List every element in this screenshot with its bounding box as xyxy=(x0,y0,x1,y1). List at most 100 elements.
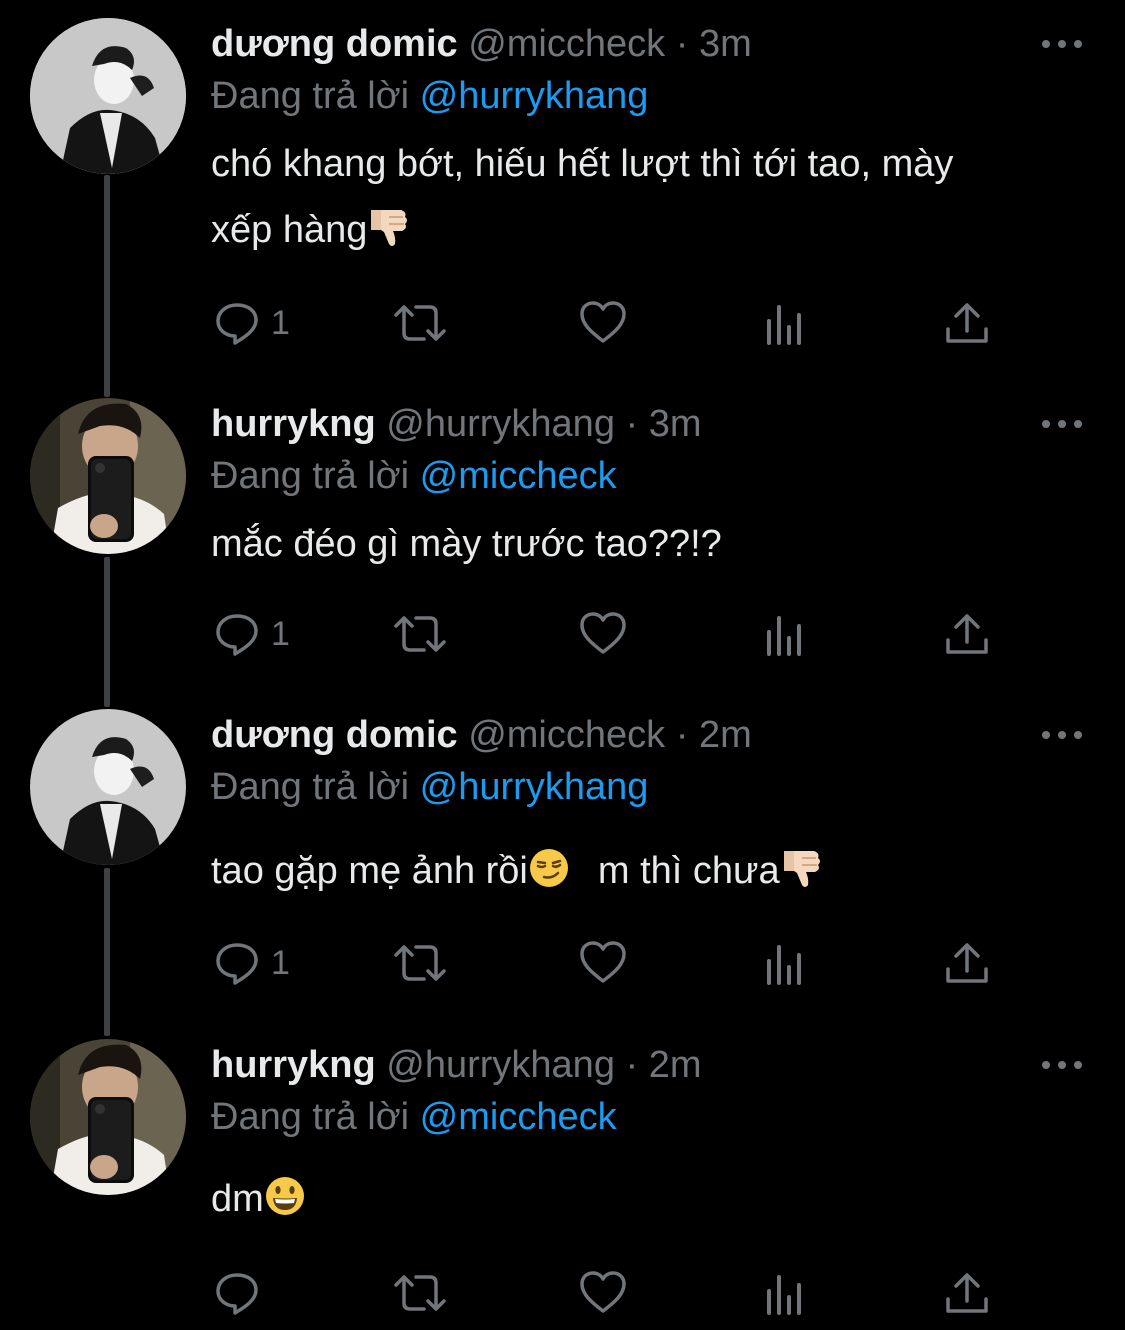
tweet[interactable]: hurrykng @hurrykhang · 2m Đang trả lời @… xyxy=(0,1039,1125,1329)
reply-count: 1 xyxy=(271,615,290,653)
tweet-text-line: tao gặp mẹ ảnh rồi m thì chưa xyxy=(211,838,1091,904)
views-button[interactable] xyxy=(764,1268,808,1318)
views-button[interactable] xyxy=(764,298,808,348)
replying-to-label: Đang trả lời xyxy=(211,75,410,117)
author-name[interactable]: hurrykng xyxy=(211,403,376,445)
tweet-text-segment: tao gặp mẹ ảnh rồi xyxy=(211,850,528,892)
reply-bubble-icon xyxy=(216,303,258,345)
share-button[interactable] xyxy=(944,1268,990,1318)
avatar-photo-hurrykhang-icon xyxy=(30,1039,186,1195)
avatar-photo-miccheck-icon xyxy=(30,709,186,865)
author-handle[interactable]: @miccheck xyxy=(468,714,665,756)
tweet-actions: 1 xyxy=(211,609,1011,659)
more-horizontal-icon[interactable] xyxy=(1040,36,1084,52)
retweet-icon xyxy=(394,945,446,981)
author-name[interactable]: dương domic xyxy=(211,714,458,756)
replying-to: Đang trả lời @hurrykhang xyxy=(211,71,648,121)
reply-button[interactable]: 1 xyxy=(213,609,290,659)
tweet-actions: 1 xyxy=(211,298,1011,348)
author-handle[interactable]: @hurrykhang xyxy=(386,403,615,445)
more-horizontal-icon[interactable] xyxy=(1040,727,1084,743)
share-button[interactable] xyxy=(944,609,990,659)
tweet-header: hurrykng @hurrykhang · 2m xyxy=(211,1039,702,1091)
timestamp[interactable]: 3m xyxy=(699,23,752,65)
heart-icon xyxy=(580,1271,626,1313)
retweet-button[interactable] xyxy=(392,298,448,348)
smirking-face-emoji-icon xyxy=(529,849,568,887)
share-button[interactable] xyxy=(944,298,990,348)
more-horizontal-icon[interactable] xyxy=(1040,1057,1084,1073)
views-button[interactable] xyxy=(764,938,808,988)
replying-to-label: Đang trả lời xyxy=(211,766,410,808)
share-upload-icon xyxy=(946,1273,988,1313)
replying-to-handle[interactable]: @miccheck xyxy=(420,455,617,497)
like-button[interactable] xyxy=(578,609,628,659)
timestamp[interactable]: 2m xyxy=(699,714,752,756)
replying-to-handle[interactable]: @hurrykhang xyxy=(420,766,649,808)
replying-to-handle[interactable]: @hurrykhang xyxy=(420,75,649,117)
reply-button[interactable]: 1 xyxy=(213,298,290,348)
replying-to-label: Đang trả lời xyxy=(211,1096,410,1138)
like-button[interactable] xyxy=(578,938,628,988)
avatar[interactable] xyxy=(30,1039,186,1195)
heart-icon xyxy=(580,612,626,654)
tweet-text: tao gặp mẹ ảnh rồi m thì chưa xyxy=(211,838,1091,904)
reply-count: 1 xyxy=(271,304,290,342)
retweet-button[interactable] xyxy=(392,609,448,659)
views-bar-chart-icon xyxy=(767,1275,801,1315)
retweet-icon xyxy=(394,305,446,341)
author-name[interactable]: dương domic xyxy=(211,23,458,65)
avatar[interactable] xyxy=(30,398,186,554)
retweet-button[interactable] xyxy=(392,1268,448,1318)
tweet-text: chó khang bớt, hiếu hết lượt thì tới tao… xyxy=(211,131,1091,263)
tweet-text-line: xếp hàng xyxy=(211,197,1091,263)
separator-dot: · xyxy=(625,403,639,445)
author-handle[interactable]: @miccheck xyxy=(468,23,665,65)
separator-dot: · xyxy=(625,1044,639,1086)
author-name[interactable]: hurrykng xyxy=(211,1044,376,1086)
more-horizontal-icon[interactable] xyxy=(1040,416,1084,432)
avatar[interactable] xyxy=(30,18,186,174)
reply-bubble-icon xyxy=(216,943,258,985)
views-button[interactable] xyxy=(764,609,808,659)
replying-to: Đang trả lời @miccheck xyxy=(211,1092,617,1142)
timestamp[interactable]: 3m xyxy=(649,403,702,445)
tweet-text-segment: dm xyxy=(211,1178,264,1220)
share-button[interactable] xyxy=(944,938,990,988)
like-button[interactable] xyxy=(578,1268,628,1318)
reply-bubble-icon xyxy=(216,1273,258,1315)
separator-dot: · xyxy=(675,714,689,756)
avatar[interactable] xyxy=(30,709,186,865)
reply-button[interactable] xyxy=(213,1268,271,1318)
grinning-face-emoji-icon xyxy=(265,1177,304,1215)
replying-to-handle[interactable]: @miccheck xyxy=(420,1096,617,1138)
tweet[interactable]: dương domic @miccheck · 2m Đang trả lời … xyxy=(0,709,1125,1009)
tweet[interactable]: hurrykng @hurrykhang · 3m Đang trả lời @… xyxy=(0,398,1125,698)
tweet-text-line: dm xyxy=(211,1166,1091,1232)
replying-to: Đang trả lời @hurrykhang xyxy=(211,762,648,812)
retweet-icon xyxy=(394,1275,446,1311)
share-upload-icon xyxy=(946,303,988,343)
reply-count: 1 xyxy=(271,944,290,982)
thumbs-down-emoji-icon xyxy=(783,851,820,887)
reply-button[interactable]: 1 xyxy=(213,938,290,988)
like-button[interactable] xyxy=(578,298,628,348)
heart-icon xyxy=(580,301,626,343)
views-bar-chart-icon xyxy=(767,616,801,656)
reply-bubble-icon xyxy=(216,614,258,656)
tweet[interactable]: dương domic @miccheck · 3m Đang trả lời … xyxy=(0,18,1125,378)
replying-to-label: Đang trả lời xyxy=(211,455,410,497)
author-handle[interactable]: @hurrykhang xyxy=(386,1044,615,1086)
tweet-actions xyxy=(211,1268,1011,1318)
avatar-photo-miccheck-icon xyxy=(30,18,186,174)
tweet-text: dm xyxy=(211,1166,1091,1232)
tweet-text-line: mắc đéo gì mày trước tao??!? xyxy=(211,523,722,565)
reply-thread: dương domic @miccheck · 3m Đang trả lời … xyxy=(0,0,1125,1330)
views-bar-chart-icon xyxy=(767,305,801,345)
share-upload-icon xyxy=(946,943,988,983)
tweet-text-segment: xếp hàng xyxy=(211,209,368,251)
retweet-button[interactable] xyxy=(392,938,448,988)
tweet-header: dương domic @miccheck · 3m xyxy=(211,18,752,70)
timestamp[interactable]: 2m xyxy=(649,1044,702,1086)
tweet-text: mắc đéo gì mày trước tao??!? xyxy=(211,511,1091,577)
